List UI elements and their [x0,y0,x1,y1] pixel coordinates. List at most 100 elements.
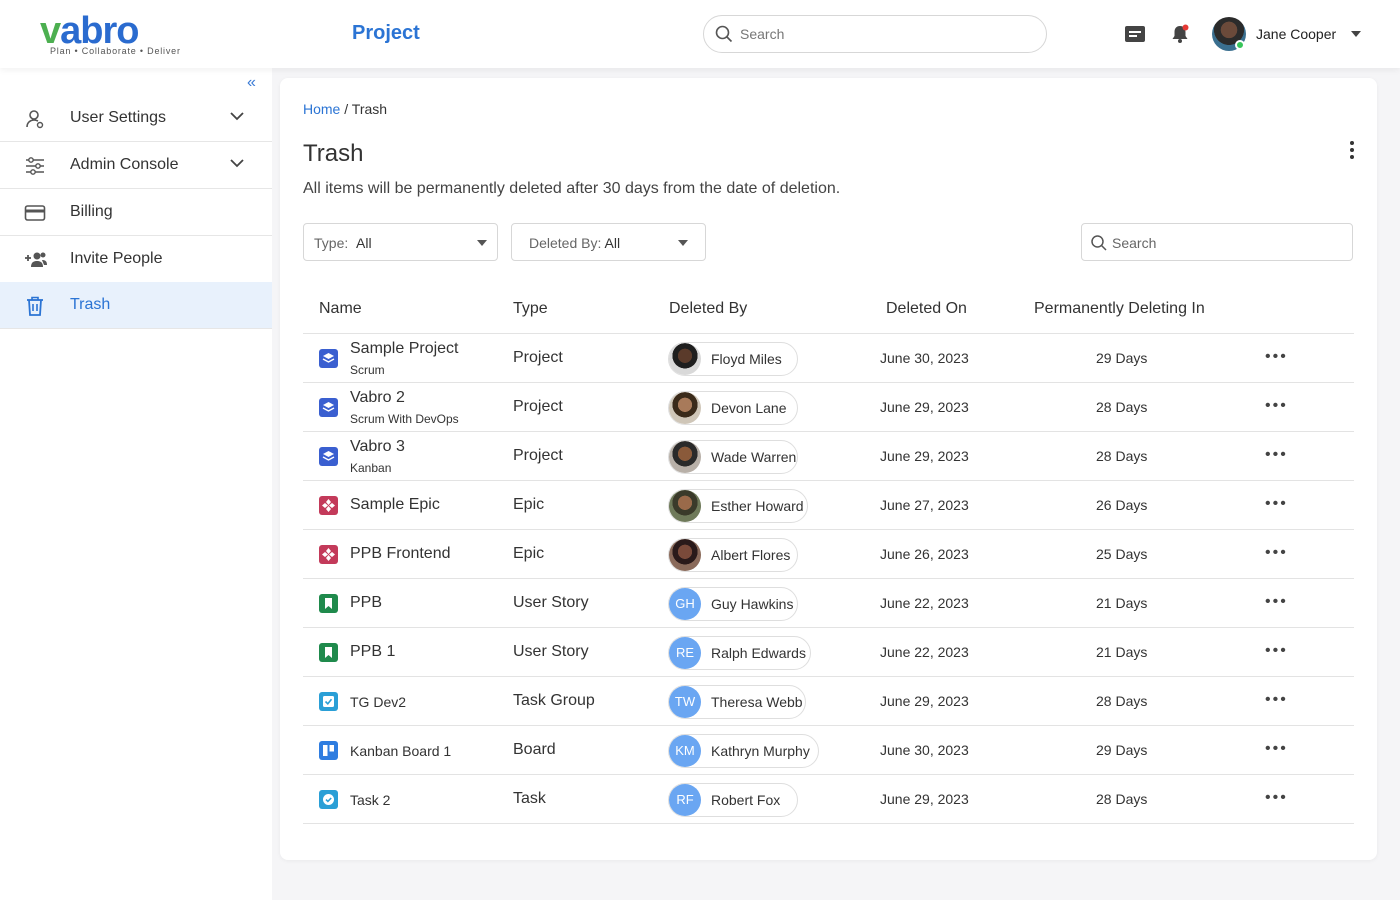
deleted-by-filter-dropdown[interactable]: Deleted By: All [511,223,706,261]
trash-card: Home / Trash Trash All items will be per… [280,78,1377,860]
table-row[interactable]: Sample Epic Epic Esther Howard June 27, 202… [303,481,1354,530]
table-row[interactable]: TG Dev2 Task Group TW Theresa Webb June 29, … [303,677,1354,726]
breadcrumb-home-link[interactable]: Home [303,101,340,117]
deleting-in-days: 29 Days [1096,350,1148,366]
user-story-icon [319,643,338,662]
avatar [669,343,701,375]
column-header-deleted-on[interactable]: Deleted On [886,300,967,318]
collapse-sidebar-icon[interactable]: « [247,74,256,92]
type-filter-value: All [356,235,372,251]
board-icon [319,741,338,760]
row-actions-menu-icon[interactable]: ••• [1265,593,1288,611]
table-search[interactable] [1081,223,1353,261]
avatar [669,441,701,473]
breadcrumb: Home / Trash [303,101,387,117]
column-header-type[interactable]: Type [513,300,548,318]
header-search[interactable] [703,15,1047,53]
caret-down-icon[interactable] [1351,31,1361,37]
avatar: TW [669,686,701,718]
deleted-by-chip: RF Robert Fox [668,783,798,817]
type-filter-label: Type: [314,235,349,251]
deleting-in-days: 28 Days [1096,791,1148,807]
column-header-deleted-by[interactable]: Deleted By [669,300,747,318]
caret-down-icon [477,240,487,246]
deleted-on-date: June 29, 2023 [880,791,969,807]
header-search-input[interactable] [740,24,1030,44]
more-options-icon[interactable] [1342,140,1362,162]
vabro-logo[interactable]: vabro Plan • Collaborate • Deliver [38,10,188,60]
row-actions-menu-icon[interactable]: ••• [1265,348,1288,366]
deleted-by-name: Floyd Miles [711,351,782,367]
item-name[interactable]: PPB [350,594,382,612]
row-actions-menu-icon[interactable]: ••• [1265,397,1288,415]
item-name[interactable]: Vabro 2 [350,389,405,407]
sidebar-item-user-settings[interactable]: User Settings [0,95,272,142]
search-icon [715,25,733,43]
deleting-in-days: 28 Days [1096,448,1148,464]
project-icon [319,349,338,368]
top-header: vabro Plan • Collaborate • Deliver Proje… [0,0,1400,68]
row-actions-menu-icon[interactable]: ••• [1265,495,1288,513]
deleted-on-date: June 29, 2023 [880,399,969,415]
avatar: KM [669,735,701,767]
deleting-in-days: 26 Days [1096,497,1148,513]
item-type: Board [513,741,556,758]
chevron-down-icon[interactable] [230,111,244,121]
row-actions-menu-icon[interactable]: ••• [1265,544,1288,562]
logo-tagline: Plan • Collaborate • Deliver [50,46,181,56]
deleted-by-chip: Devon Lane [668,391,798,425]
deleted-by-name: Wade Warren [711,449,797,465]
item-name[interactable]: PPB 1 [350,643,395,661]
column-header-deleting-in[interactable]: Permanently Deleting In [1034,300,1205,318]
item-name[interactable]: Kanban Board 1 [350,743,451,759]
table-row[interactable]: Vabro 2 Scrum With DevOps Project Devon Lan… [303,383,1354,432]
deleted-on-date: June 22, 2023 [880,644,969,660]
sidebar-item-admin-console[interactable]: Admin Console [0,142,272,189]
item-name[interactable]: TG Dev2 [350,694,406,710]
table-row[interactable]: Kanban Board 1 Board KM Kathryn Murphy June … [303,726,1354,775]
table-row[interactable]: Sample Project Scrum Project Floyd Miles Jun… [303,334,1354,383]
item-type: Project [513,398,563,415]
item-name[interactable]: Sample Epic [350,496,440,514]
table-row[interactable]: Task 2 Task RF Robert Fox June 29, 2023 28 Da… [303,775,1354,824]
task-group-icon [319,692,338,711]
table-search-input[interactable] [1112,234,1342,252]
trash-table: Name Type Deleted By Deleted On Permanen… [303,286,1354,824]
item-name[interactable]: Task 2 [350,792,390,808]
deleted-on-date: June 27, 2023 [880,497,969,513]
sidebar-item-label: Invite People [70,250,163,267]
row-actions-menu-icon[interactable]: ••• [1265,691,1288,709]
item-name[interactable]: Sample Project [350,340,459,358]
user-name[interactable]: Jane Cooper [1256,26,1336,42]
row-actions-menu-icon[interactable]: ••• [1265,446,1288,464]
table-row[interactable]: PPB Frontend Epic Albert Flores June 26, 20… [303,530,1354,579]
type-filter-dropdown[interactable]: Type: All [303,223,498,261]
type-filter-text: Type: All [314,235,372,251]
deleted-by-filter-value: All [604,235,621,251]
table-row[interactable]: PPB 1 User Story RE Ralph Edwards June 22, 2… [303,628,1354,677]
item-type: Task [513,790,546,807]
table-row[interactable]: PPB User Story GH Guy Hawkins June 22, 2023 2… [303,579,1354,628]
deleted-by-name: Albert Flores [711,547,791,563]
row-actions-menu-icon[interactable]: ••• [1265,642,1288,660]
sidebar-item-trash[interactable]: Trash [0,282,272,329]
item-subtype: Scrum [350,363,385,377]
column-header-name[interactable]: Name [319,300,362,318]
item-name[interactable]: PPB Frontend [350,545,451,563]
chevron-down-icon[interactable] [230,158,244,168]
row-actions-menu-icon[interactable]: ••• [1265,789,1288,807]
sidebar-item-invite-people[interactable]: Invite People [0,236,272,283]
table-row[interactable]: Vabro 3 Kanban Project Wade Warren June 29, … [303,432,1354,481]
row-actions-menu-icon[interactable]: ••• [1265,740,1288,758]
inbox-icon[interactable] [1124,25,1146,43]
avatar: RF [669,784,701,816]
item-name[interactable]: Vabro 3 [350,438,405,456]
deleted-by-filter-text: Deleted By: All [529,235,620,251]
online-status-dot [1235,40,1245,50]
sidebar-item-label: Admin Console [70,156,179,173]
bell-icon[interactable] [1170,24,1190,44]
avatar [669,539,701,571]
deleted-by-name: Theresa Webb [711,694,803,710]
sidebar-item-billing[interactable]: Billing [0,189,272,236]
sidebar: « User Settings Admin Console Billing In… [0,68,272,900]
